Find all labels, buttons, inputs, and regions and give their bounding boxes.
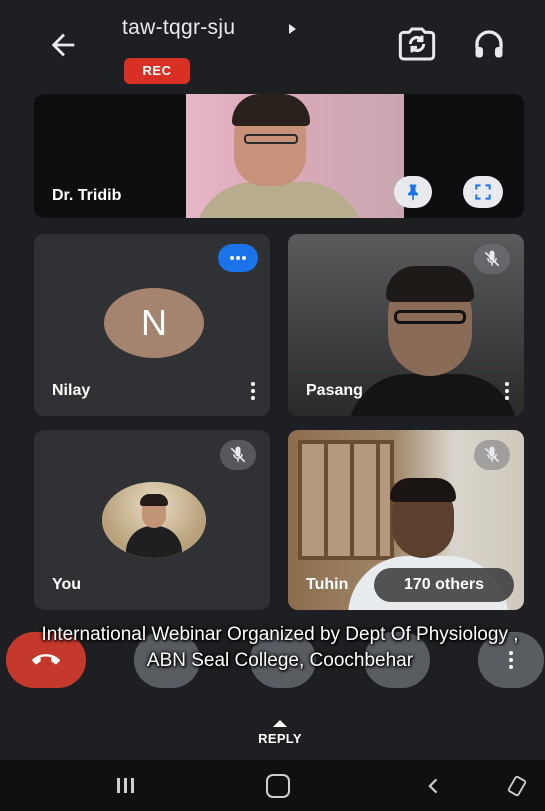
fullscreen-button[interactable] bbox=[463, 176, 503, 208]
participant-tile-nilay[interactable]: N Nilay bbox=[34, 234, 270, 416]
home-icon[interactable] bbox=[266, 774, 290, 798]
meeting-header: taw-tqgr-sju REC bbox=[0, 0, 545, 92]
participant-name: You bbox=[52, 576, 82, 593]
participant-name: Nilay bbox=[52, 382, 91, 399]
back-icon[interactable] bbox=[424, 776, 444, 796]
headset-icon[interactable] bbox=[471, 26, 507, 62]
more-vert-icon[interactable] bbox=[502, 380, 512, 402]
participant-tile-you[interactable]: You bbox=[34, 430, 270, 610]
caret-right-icon[interactable] bbox=[289, 24, 296, 34]
system-navigation-bar bbox=[0, 760, 545, 811]
recent-apps-icon[interactable] bbox=[115, 778, 137, 794]
camera-switch-icon[interactable] bbox=[397, 24, 437, 64]
rotate-screen-icon[interactable] bbox=[506, 775, 528, 797]
participant-name: Pasang bbox=[306, 382, 363, 399]
participant-tile-pasang[interactable]: Pasang bbox=[288, 234, 524, 416]
avatar bbox=[102, 482, 206, 558]
speaking-indicator-icon bbox=[218, 244, 258, 272]
mic-off-icon bbox=[474, 244, 510, 274]
more-vert-icon[interactable] bbox=[248, 380, 258, 402]
mic-off-icon bbox=[474, 440, 510, 470]
mic-off-icon bbox=[220, 440, 256, 470]
others-count-button[interactable]: 170 others bbox=[374, 568, 514, 602]
pin-button[interactable] bbox=[394, 176, 432, 208]
pin-icon bbox=[408, 184, 418, 201]
recording-badge: REC bbox=[124, 58, 190, 84]
participant-name: Tuhin bbox=[306, 576, 349, 593]
participant-name: Dr. Tridib bbox=[52, 187, 122, 204]
participant-tile-host[interactable]: Dr. Tridib bbox=[34, 94, 524, 218]
reply-label: REPLY bbox=[258, 731, 302, 746]
avatar: N bbox=[104, 288, 204, 358]
participant-video bbox=[186, 94, 404, 218]
caption-text: International Webinar Organized by Dept … bbox=[41, 624, 519, 671]
participant-tile-tuhin[interactable]: Tuhin 170 others bbox=[288, 430, 524, 610]
fullscreen-icon bbox=[475, 184, 491, 200]
meeting-code[interactable]: taw-tqgr-sju bbox=[122, 16, 235, 40]
arrow-left-icon[interactable] bbox=[46, 28, 80, 62]
chevron-up-icon bbox=[273, 720, 287, 727]
reply-button[interactable]: REPLY bbox=[240, 720, 320, 746]
